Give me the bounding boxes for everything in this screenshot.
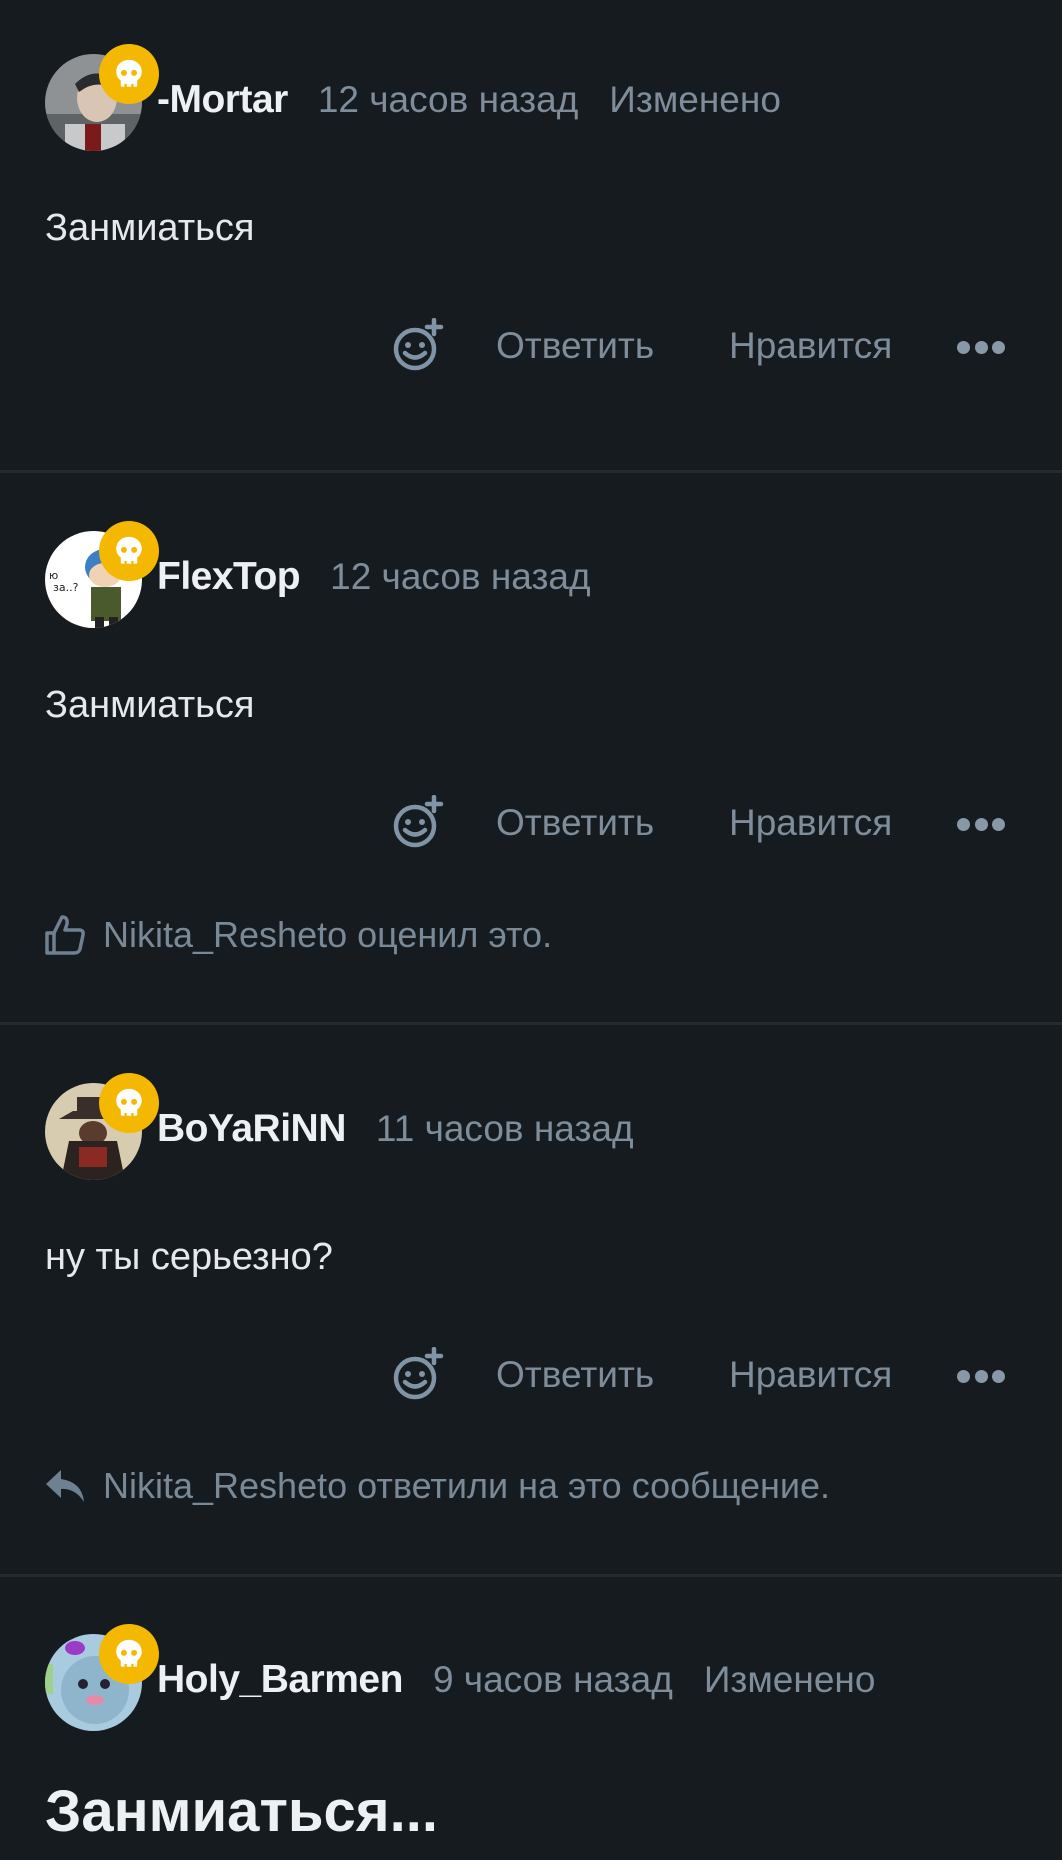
comment-actions: Ответить Нравится — [0, 317, 1062, 378]
edited-label: Изменено — [703, 1659, 876, 1700]
divider — [0, 470, 1062, 473]
author-name[interactable]: Holy_Barmen — [157, 1658, 403, 1702]
timestamp[interactable]: 9 часов назад — [433, 1659, 673, 1701]
svg-text:за..?: за..? — [53, 581, 79, 594]
author-name[interactable]: BoYaRiNN — [157, 1107, 346, 1151]
timestamp[interactable]: 11 часов назад — [376, 1108, 634, 1150]
thumbs-up-icon — [45, 915, 85, 955]
timestamp[interactable]: 12 часов назад — [318, 79, 578, 121]
avatar-wrap: ю за..? — [45, 521, 159, 628]
timestamp[interactable]: 12 часов назад — [330, 556, 590, 598]
comment-actions: Ответить Нравится — [0, 794, 1062, 855]
author-name[interactable]: -Mortar — [157, 78, 288, 122]
comment-text: ну ты серьезно? — [45, 1236, 333, 1278]
comment-text: Занмиаться — [45, 207, 255, 249]
edited-label: Изменено — [609, 79, 781, 120]
author-name[interactable]: FlexTop — [157, 555, 301, 599]
reaction-note[interactable]: Nikita_Resheto оценил это. — [43, 910, 552, 960]
skull-icon — [99, 44, 159, 104]
add-reaction-icon[interactable] — [391, 1346, 447, 1403]
more-icon[interactable] — [957, 1366, 1005, 1386]
add-reaction-icon[interactable] — [391, 317, 447, 374]
avatar-wrap — [45, 1624, 159, 1731]
like-button[interactable]: Нравится — [729, 802, 892, 844]
comment-header: FlexTop 12 часов назад — [157, 547, 591, 607]
comment-text: Занмиаться... — [45, 1779, 438, 1844]
skull-icon — [99, 521, 159, 581]
add-reaction-icon[interactable] — [391, 794, 447, 851]
comment-actions: Ответить Нравится — [0, 1346, 1062, 1407]
more-icon[interactable] — [957, 337, 1005, 357]
like-button[interactable]: Нравится — [729, 1354, 892, 1396]
comment-header: -Mortar 12 часов назад Изменено — [157, 70, 781, 130]
like-button[interactable]: Нравится — [729, 325, 892, 367]
reply-button[interactable]: Ответить — [496, 325, 654, 367]
comment-text: Занмиаться — [45, 684, 255, 726]
avatar-wrap — [45, 44, 159, 151]
comment-header: Holy_Barmen 9 часов назад Изменено — [157, 1650, 875, 1710]
reply-icon — [46, 1470, 84, 1502]
more-icon[interactable] — [957, 814, 1005, 834]
skull-icon — [99, 1624, 159, 1684]
divider — [0, 1022, 1062, 1025]
reply-note-text: Nikita_Resheto ответили на это сообщение… — [103, 1465, 831, 1506]
skull-icon — [99, 1073, 159, 1133]
reaction-note-text: Nikita_Resheto оценил это. — [103, 914, 553, 955]
reply-button[interactable]: Ответить — [496, 1354, 654, 1396]
comment-header: BoYaRiNN 11 часов назад — [157, 1099, 634, 1159]
reply-note[interactable]: Nikita_Resheto ответили на это сообщение… — [43, 1461, 830, 1511]
avatar-wrap — [45, 1073, 159, 1180]
divider — [0, 1574, 1062, 1577]
reply-button[interactable]: Ответить — [496, 802, 654, 844]
